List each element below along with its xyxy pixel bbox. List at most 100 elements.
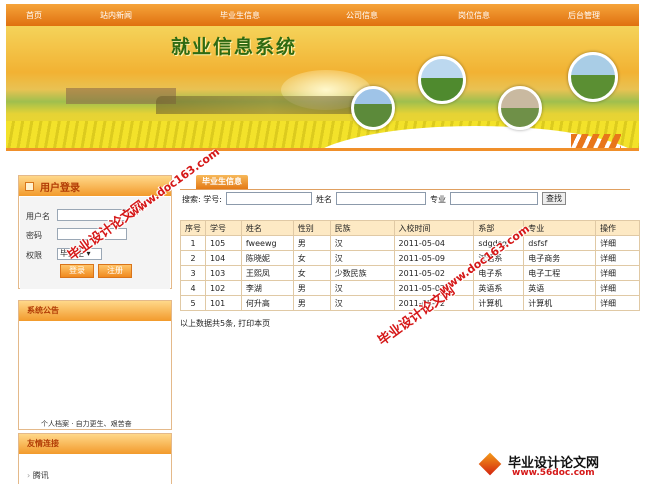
table-row: 2 104 陈晓妮 女 汉 2011-05-09 汉语系 电子商务 详细 [180, 250, 640, 266]
cell: 汉 [329, 280, 395, 296]
footer-logo-url: www.56doc.com [512, 468, 595, 478]
table-row: 3 103 王熙凤 女 少数民族 2011-05-02 电子系 电子工程 详细 [180, 265, 640, 281]
cell: 103 [204, 265, 242, 281]
cell: 2011-05-04 [393, 235, 475, 251]
detail-link[interactable]: 详细 [595, 250, 640, 266]
banner-photo-2 [418, 56, 466, 104]
cell: 女 [292, 265, 331, 281]
cell: 电子商务 [523, 250, 597, 266]
table-row: 4 102 李湖 男 汉 2011-05-02 英语系 英语 详细 [180, 280, 640, 296]
cell: 3 [180, 265, 206, 281]
detail-link[interactable]: 详细 [595, 280, 640, 296]
nav-jobs[interactable]: 岗位信息 [458, 10, 490, 21]
cell: 1 [180, 235, 206, 251]
cell: 女 [292, 250, 331, 266]
nav-companies[interactable]: 公司信息 [346, 10, 378, 21]
table-summary[interactable]: 以上数据共5条, 打印本页 [180, 318, 270, 329]
register-button[interactable]: 注册 [98, 264, 132, 278]
cell: 汉语系 [473, 250, 525, 266]
footer-watermark-logo: 毕业设计论文网 www.56doc.com [478, 452, 599, 478]
role-value: 毕业生 [60, 249, 84, 258]
student-id-label: 搜索: 学号: [182, 195, 222, 204]
login-title: 用户登录 [40, 182, 80, 194]
links-panel: 友情连接 腾讯 [18, 433, 172, 484]
password-label: 密码 [26, 231, 42, 240]
notice-title: 系统公告 [19, 301, 171, 321]
cell: 汉 [329, 295, 395, 311]
name-input[interactable] [336, 192, 426, 205]
table-row: 5 101 何升高 男 汉 2011-05-02 计算机 计算机 详细 [180, 295, 640, 311]
col-department: 系部 [473, 220, 525, 236]
detail-link[interactable]: 详细 [595, 295, 640, 311]
password-input[interactable] [57, 228, 127, 240]
login-body: 用户名 密码 权限 毕业生 ▾ 登录 注册 [20, 197, 170, 289]
nav-graduates[interactable]: 毕业生信息 [220, 10, 260, 21]
cell: 电子系 [473, 265, 525, 281]
cell: 101 [204, 295, 242, 311]
col-student-id: 学号 [204, 220, 242, 236]
link-tencent[interactable]: 腾讯 [27, 470, 49, 481]
banner-stripes [571, 134, 621, 148]
logo-diamond-icon [478, 452, 502, 475]
cell: 电子工程 [523, 265, 597, 281]
col-enroll-date: 入校时间 [393, 220, 475, 236]
cell: 105 [204, 235, 242, 251]
site-title: 就业信息系统 [171, 36, 298, 58]
banner-photo-1 [351, 86, 395, 130]
cell: 计算机 [523, 295, 597, 311]
banner-photo-4 [568, 52, 618, 102]
login-panel: 用户登录 用户名 密码 权限 毕业生 ▾ 登录 注册 [18, 175, 172, 289]
col-gender: 性别 [292, 220, 331, 236]
cell: 5 [180, 295, 206, 311]
student-id-input[interactable] [226, 192, 312, 205]
username-label: 用户名 [26, 212, 50, 221]
cell: fweewg [240, 235, 294, 251]
cell: dsfsf [523, 235, 597, 251]
cell: 男 [292, 235, 331, 251]
cell: sdgdsg [473, 235, 525, 251]
username-input[interactable] [57, 209, 127, 221]
cell: 少数民族 [329, 265, 395, 281]
table-header-row: 序号 学号 姓名 性别 民族 入校时间 系部 专业 操作 [180, 220, 640, 236]
cell: 男 [292, 295, 331, 311]
col-name: 姓名 [240, 220, 294, 236]
nav-news[interactable]: 站内新闻 [100, 10, 132, 21]
role-select[interactable]: 毕业生 ▾ [57, 248, 102, 260]
cell: 2011-05-02 [393, 280, 475, 296]
login-button[interactable]: 登录 [60, 264, 94, 278]
tab-graduate-info[interactable]: 毕业生信息 [196, 175, 248, 189]
tab-underline [180, 189, 630, 190]
banner-photo-3 [498, 86, 542, 130]
cell: 何升高 [240, 295, 294, 311]
role-label: 权限 [26, 251, 42, 260]
cell: 2011-05-02 [393, 265, 475, 281]
cell: 陈晓妮 [240, 250, 294, 266]
cell: 英语 [523, 280, 597, 296]
search-button[interactable]: 查找 [542, 192, 566, 205]
detail-link[interactable]: 详细 [595, 235, 640, 251]
cell: 汉 [329, 250, 395, 266]
major-label: 专业 [430, 195, 446, 204]
notice-ticker[interactable]: 个人档案 · 自力更生、艰苦奋 [41, 419, 132, 429]
search-bar: 搜索: 学号: 姓名 专业 查找 [180, 192, 640, 206]
cell: 102 [204, 280, 242, 296]
col-action: 操作 [595, 220, 640, 236]
cell: 英语系 [473, 280, 525, 296]
banner: 就业信息系统 [6, 26, 639, 148]
cell: 男 [292, 280, 331, 296]
col-index: 序号 [180, 220, 206, 236]
name-label: 姓名 [316, 195, 332, 204]
detail-link[interactable]: 详细 [595, 265, 640, 281]
cell: 李湖 [240, 280, 294, 296]
cell: 2011-05-09 [393, 250, 475, 266]
banner-divider [6, 148, 639, 151]
nav-admin[interactable]: 后台管理 [568, 10, 600, 21]
nav-home[interactable]: 首页 [26, 10, 42, 21]
login-icon [25, 181, 34, 191]
cell: 计算机 [473, 295, 525, 311]
major-input[interactable] [450, 192, 538, 205]
cell: 104 [204, 250, 242, 266]
cell: 2 [180, 250, 206, 266]
col-major: 专业 [523, 220, 597, 236]
notice-panel: 系统公告 个人档案 · 自力更生、艰苦奋 [18, 300, 172, 430]
